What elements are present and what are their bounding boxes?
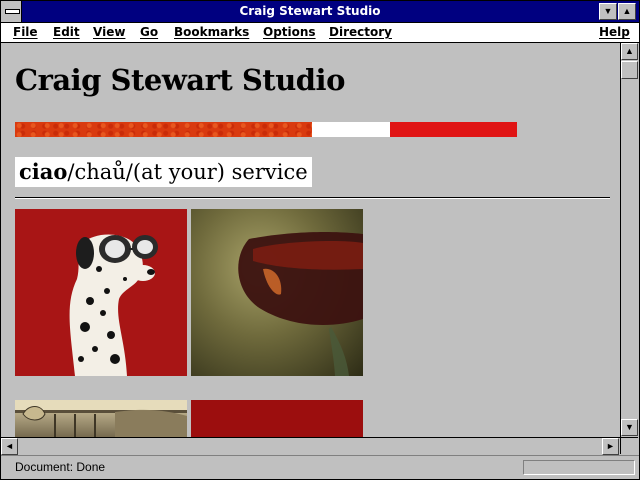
vertical-scrollbar[interactable]: ▲ ▼ (620, 43, 638, 437)
horizontal-scrollbar[interactable]: ◄ ► (1, 437, 620, 455)
color-bar-red-segment (390, 122, 517, 137)
classical-column-image[interactable] (15, 400, 187, 437)
ciao-tagline: ciao/chaů/(at your) service (15, 157, 312, 187)
menu-options[interactable]: Options (263, 23, 316, 42)
scroll-right-arrow-icon: ► (606, 441, 615, 451)
scroll-down-button[interactable]: ▼ (621, 419, 638, 436)
minimize-button[interactable]: ▼ (599, 3, 617, 20)
progress-indicator (523, 460, 635, 475)
color-bar-banner (15, 122, 517, 137)
menu-bar: File Edit View Go Bookmarks Options Dire… (1, 23, 639, 43)
scroll-up-button[interactable]: ▲ (621, 43, 638, 60)
status-bar: Document: Done (1, 455, 639, 479)
wine-glass-image[interactable] (191, 209, 363, 376)
scroll-down-arrow-icon: ▼ (625, 422, 634, 432)
title-bar[interactable]: Craig Stewart Studio ▼ ▲ (1, 1, 639, 23)
window-title: Craig Stewart Studio (239, 4, 381, 18)
ciao-word: ciao (19, 159, 68, 184)
menu-help[interactable]: Help (599, 23, 630, 42)
red-image-tile[interactable] (191, 400, 363, 437)
browser-window: Craig Stewart Studio ▼ ▲ File Edit View … (0, 0, 640, 480)
menu-directory[interactable]: Directory (329, 23, 392, 42)
scroll-up-arrow-icon: ▲ (625, 46, 634, 56)
color-bar-orange-segment (15, 122, 312, 137)
scroll-right-button[interactable]: ► (602, 438, 619, 455)
minimize-arrow-icon: ▼ (603, 6, 613, 16)
maximize-button[interactable]: ▲ (618, 3, 636, 20)
maximize-arrow-icon: ▲ (622, 6, 632, 16)
status-text: Document: Done (15, 460, 106, 474)
menu-bookmarks[interactable]: Bookmarks (174, 23, 249, 42)
menu-edit[interactable]: Edit (53, 23, 80, 42)
menu-file[interactable]: File (13, 23, 38, 42)
scroll-left-button[interactable]: ◄ (1, 438, 18, 455)
system-menu-icon[interactable] (1, 1, 22, 22)
dalmatian-dog-image[interactable] (15, 209, 187, 376)
vertical-scroll-thumb[interactable] (621, 61, 638, 79)
page-content[interactable]: Craig Stewart Studio ciao/chaů/(at your)… (1, 43, 620, 437)
scroll-left-arrow-icon: ◄ (5, 441, 14, 451)
ciao-pronunciation: /chaů/(at your) service (67, 160, 308, 184)
vertical-scroll-track[interactable] (621, 61, 638, 419)
color-bar-white-segment (312, 122, 390, 137)
menu-view[interactable]: View (93, 23, 125, 42)
scrollbar-corner (620, 437, 638, 454)
horizontal-rule (15, 197, 610, 199)
menu-go[interactable]: Go (140, 23, 158, 42)
page-heading: Craig Stewart Studio (15, 63, 345, 97)
